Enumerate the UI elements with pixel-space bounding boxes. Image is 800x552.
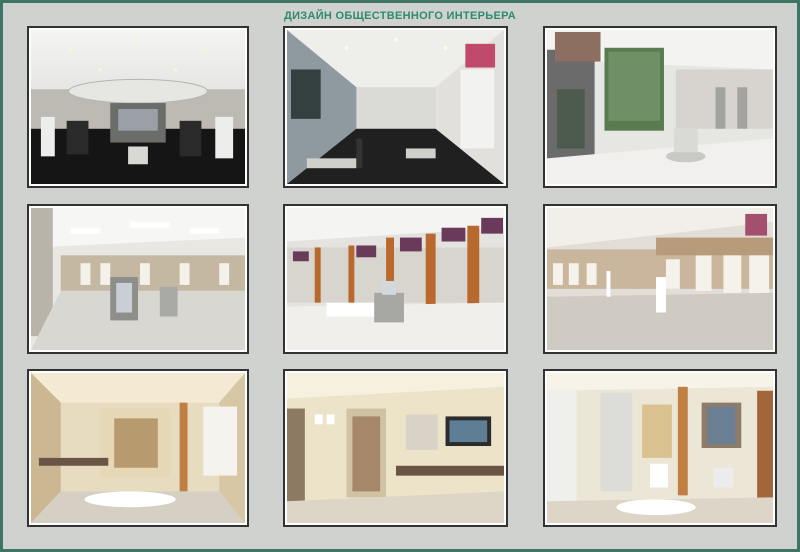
interior-panel-8 <box>283 369 508 527</box>
interior-panel-1 <box>27 26 249 188</box>
interior-panel-9 <box>543 369 777 527</box>
salon-chair-room-render <box>547 373 773 523</box>
interior-panel-3 <box>543 26 777 188</box>
poster: ДИЗАЙН ОБЩЕСТВЕННОГО ИНТЕРЬЕРА <box>0 0 800 552</box>
light-showroom-render <box>31 208 245 350</box>
interior-panel-7 <box>27 369 249 527</box>
salon-corridor-render <box>31 373 245 523</box>
long-shop-corridor-render <box>287 30 504 184</box>
mannequin-showroom-render <box>547 208 773 350</box>
interior-panel-4 <box>27 204 249 354</box>
salon-tv-room-render <box>287 373 504 523</box>
interior-panel-2 <box>283 26 508 188</box>
poster-title: ДИЗАЙН ОБЩЕСТВЕННОГО ИНТЕРЬЕРА <box>283 10 517 22</box>
shop-with-window-render <box>547 30 773 184</box>
interior-panel-6 <box>543 204 777 354</box>
wood-column-showroom-render <box>287 208 504 350</box>
dark-floor-shop-hall-render <box>31 30 245 184</box>
interior-panel-5 <box>283 204 508 354</box>
